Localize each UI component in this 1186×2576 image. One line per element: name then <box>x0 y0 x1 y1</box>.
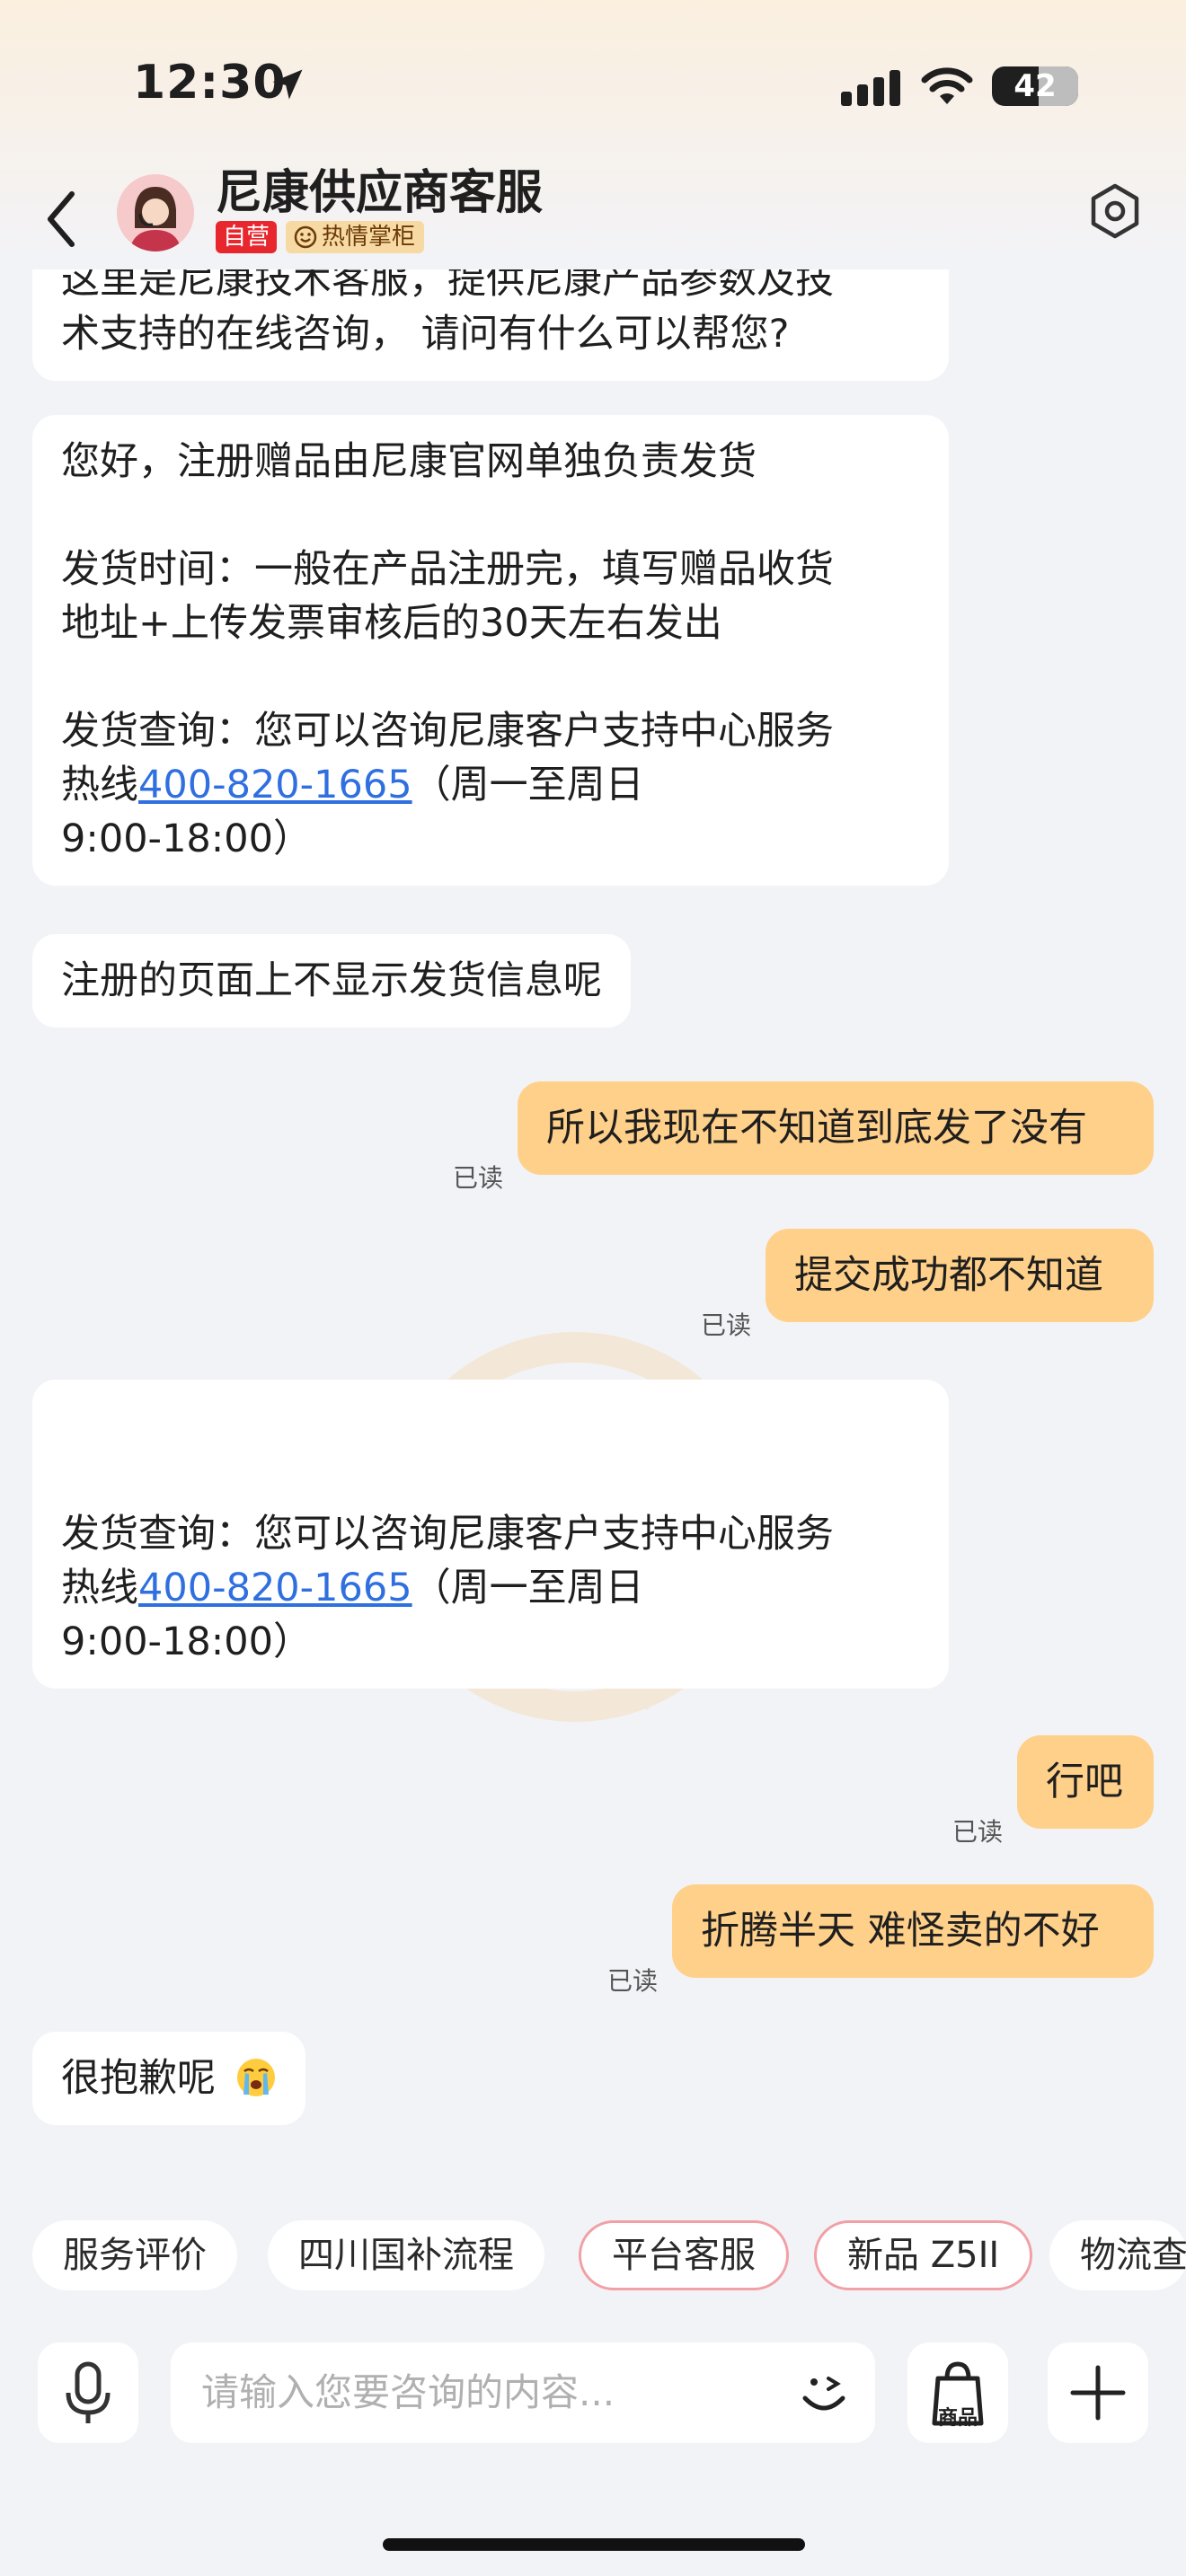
back-arrow-icon[interactable] <box>36 183 90 255</box>
message-text: 您好，注册赠品由尼康官网单独负责发货 <box>61 439 757 484</box>
phone-link[interactable]: 400-820-1665 <box>138 763 412 807</box>
read-receipt: 已读 <box>952 1817 1004 1847</box>
wifi-icon <box>921 67 973 104</box>
message-text: 折腾半天 难怪卖的不好 <box>701 1909 1100 1954</box>
status-bar: 12:30 42 <box>0 0 1186 171</box>
cellular-signal-icon <box>841 70 900 106</box>
message-bubble-support: 您好，注册赠品由尼康官网单独负责发货 发货时间：一般在产品注册完，填写赠品收货 … <box>32 415 949 886</box>
message-text: 很抱歉呢 <box>61 2056 216 2101</box>
message-text: 热线 <box>61 1566 138 1610</box>
message-bubble-user: 所以我现在不知道到底发了没有 <box>518 1081 1154 1175</box>
read-receipt: 已读 <box>701 1310 752 1340</box>
voice-button[interactable] <box>38 2342 138 2443</box>
battery-indicator: 42 <box>992 66 1078 106</box>
message-text: 行吧 <box>1046 1760 1123 1804</box>
message-bubble-user: 行吧 <box>1017 1735 1154 1829</box>
hot-owner-label: 热情掌柜 <box>322 224 416 251</box>
message-text: 所以我现在不知道到底发了没有 <box>546 1106 1087 1151</box>
message-text: 发货查询：您可以咨询尼康客户支持中心服务 <box>61 1512 834 1557</box>
read-receipt: 已读 <box>607 1966 659 1996</box>
message-text: 9:00-18:00） <box>61 816 312 861</box>
status-time: 12:30 <box>133 56 287 110</box>
quick-reply-platform-service[interactable]: 平台客服 <box>579 2220 789 2290</box>
plus-icon <box>1070 2365 1126 2421</box>
message-bubble-support: 很抱歉呢 <box>32 2032 305 2125</box>
input-bar: 请输入您要咨询的内容... 商品 <box>0 2335 1186 2452</box>
message-text: 提交成功都不知道 <box>794 1253 1103 1298</box>
message-text: 发货时间：一般在产品注册完，填写赠品收货 <box>61 547 834 592</box>
message-text: 这里是尼康技术客服，提供尼康产品参数及技 <box>61 269 834 303</box>
home-indicator[interactable] <box>383 2538 805 2551</box>
message-bubble-user-left: 注册的页面上不显示发货信息呢 <box>32 934 631 1028</box>
chat-messages[interactable]: 这里是尼康技术客服，提供尼康产品参数及技 术支持的在线咨询， 请问有什么可以帮您… <box>0 269 1186 2174</box>
message-text: 注册的页面上不显示发货信息呢 <box>61 958 602 1003</box>
shop-title: 尼康供应商客服 <box>216 166 544 220</box>
message-input[interactable]: 请输入您要咨询的内容... <box>171 2342 875 2443</box>
message-text: 热线 <box>61 763 138 807</box>
message-text: 9:00-18:00） <box>61 1619 312 1664</box>
message-bubble-support: 这里是尼康技术客服，提供尼康产品参数及技 术支持的在线咨询， 请问有什么可以帮您… <box>32 269 949 381</box>
crying-face-emoji-icon <box>236 2059 275 2096</box>
microphone-icon <box>66 2361 111 2423</box>
location-arrow-icon <box>272 69 303 100</box>
quick-reply-logistics[interactable]: 物流查 <box>1049 2220 1186 2290</box>
message-bubble-support: 发货查询：您可以咨询尼康客户支持中心服务 热线400-820-1665（周一至周… <box>32 1380 949 1689</box>
phone-link[interactable]: 400-820-1665 <box>138 1566 412 1610</box>
message-bubble-user: 提交成功都不知道 <box>766 1229 1154 1322</box>
goods-label: 商品 <box>937 2407 978 2430</box>
goods-button[interactable]: 商品 <box>907 2342 1008 2443</box>
chat-header: 尼康供应商客服 自营 热情掌柜 <box>0 166 1186 269</box>
quick-reply-service-rating[interactable]: 服务评价 <box>32 2220 237 2290</box>
message-text: （周一至周日 <box>412 763 644 807</box>
message-input-placeholder: 请输入您要咨询的内容... <box>201 2370 615 2414</box>
message-text: （周一至周日 <box>412 1566 644 1610</box>
support-agent-icon <box>117 174 194 251</box>
read-receipt: 已读 <box>453 1163 504 1193</box>
message-bubble-user: 折腾半天 难怪卖的不好 <box>672 1884 1154 1978</box>
quick-reply-new-z5ii[interactable]: 新品 Z5II <box>814 2220 1033 2290</box>
quick-reply-sichuan-subsidy[interactable]: 四川国补流程 <box>268 2220 544 2290</box>
message-text: 地址+上传发票审核后的30天左右发出 <box>61 601 722 646</box>
more-options-button[interactable] <box>1048 2342 1148 2443</box>
smile-badge-icon <box>294 225 317 249</box>
shop-avatar[interactable] <box>117 174 194 251</box>
message-text: 发货查询：您可以咨询尼康客户支持中心服务 <box>61 709 834 754</box>
emoji-button-icon[interactable] <box>792 2362 855 2425</box>
battery-level: 42 <box>1013 68 1057 104</box>
self-operated-badge: 自营 <box>216 221 278 253</box>
settings-icon[interactable] <box>1085 181 1145 241</box>
hot-owner-badge: 热情掌柜 <box>286 221 425 253</box>
message-text: 术支持的在线咨询， 请问有什么可以帮您? <box>61 312 790 357</box>
